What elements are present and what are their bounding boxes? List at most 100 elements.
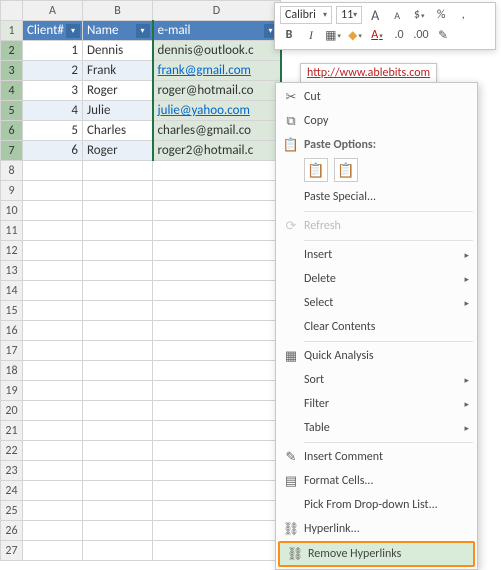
format-painter-icon[interactable]: ✎ (434, 26, 452, 44)
cell-name[interactable]: Dennis (83, 41, 153, 61)
cell-empty[interactable] (23, 181, 83, 201)
cell-name[interactable]: Frank (83, 61, 153, 81)
cell-empty[interactable] (83, 521, 153, 541)
cell-empty[interactable] (23, 521, 83, 541)
cell-empty[interactable] (153, 241, 281, 261)
fill-color-button[interactable]: ◆ (346, 26, 364, 44)
cell-email[interactable]: roger@hotmail.co (153, 81, 281, 101)
comma-button[interactable]: , (454, 6, 472, 24)
cell-name[interactable]: Julie (83, 101, 153, 121)
cell-empty[interactable] (83, 301, 153, 321)
cell-empty[interactable] (23, 361, 83, 381)
cell-empty[interactable] (23, 461, 83, 481)
cell-empty[interactable] (153, 541, 281, 561)
cell-empty[interactable] (23, 281, 83, 301)
cell-empty[interactable] (153, 261, 281, 281)
cell-empty[interactable] (153, 221, 281, 241)
increase-decimal-button[interactable]: .00 (412, 26, 430, 44)
row-header[interactable]: 12 (1, 241, 23, 261)
cell-empty[interactable] (83, 481, 153, 501)
row-header[interactable]: 24 (1, 481, 23, 501)
row-header[interactable]: 4 (1, 81, 23, 101)
filter-dropdown-icon[interactable] (136, 24, 150, 38)
cell-empty[interactable] (83, 361, 153, 381)
row-header[interactable]: 6 (1, 121, 23, 141)
col-header-d[interactable]: D (153, 1, 281, 21)
cell-name[interactable]: Charles (83, 121, 153, 141)
row-header[interactable]: 16 (1, 321, 23, 341)
cell-client[interactable]: 6 (23, 141, 83, 161)
cell-empty[interactable] (153, 401, 281, 421)
cell-empty[interactable] (83, 381, 153, 401)
menu-select[interactable]: Select (276, 291, 477, 315)
cell-empty[interactable] (83, 421, 153, 441)
cell-empty[interactable] (153, 281, 281, 301)
cell-name[interactable]: Roger (83, 81, 153, 101)
row-header[interactable]: 7 (1, 141, 23, 161)
cell-empty[interactable] (153, 441, 281, 461)
cell-empty[interactable] (153, 181, 281, 201)
menu-remove-hyperlinks[interactable]: ⛓Remove Hyperlinks (278, 541, 475, 567)
table-header-name[interactable]: Name (83, 21, 153, 41)
cell-empty[interactable] (83, 501, 153, 521)
cell-empty[interactable] (83, 401, 153, 421)
cell-empty[interactable] (23, 221, 83, 241)
menu-clear-contents[interactable]: Clear Contents (276, 315, 477, 339)
row-header[interactable]: 11 (1, 221, 23, 241)
menu-delete[interactable]: Delete (276, 267, 477, 291)
cell-empty[interactable] (23, 421, 83, 441)
paste-values-button[interactable]: 📋 (334, 158, 358, 182)
cell-email[interactable]: roger2@hotmail.c (153, 141, 281, 161)
cell-empty[interactable] (23, 161, 83, 181)
decrease-decimal-button[interactable]: .0 (390, 26, 408, 44)
menu-sort[interactable]: Sort (276, 368, 477, 392)
cell-empty[interactable] (83, 201, 153, 221)
border-button[interactable]: ▦ (324, 26, 342, 44)
select-all-corner[interactable] (1, 1, 23, 21)
row-header[interactable]: 13 (1, 261, 23, 281)
cell-empty[interactable] (153, 341, 281, 361)
increase-font-icon[interactable]: A (366, 6, 384, 24)
cell-client[interactable]: 5 (23, 121, 83, 141)
cell-client[interactable]: 2 (23, 61, 83, 81)
cell-empty[interactable] (83, 541, 153, 561)
cell-empty[interactable] (83, 341, 153, 361)
font-color-button[interactable]: A (368, 26, 386, 44)
table-header-client[interactable]: Client# (23, 21, 83, 41)
cell-empty[interactable] (153, 321, 281, 341)
cell-empty[interactable] (83, 181, 153, 201)
decrease-font-icon[interactable]: A (388, 6, 406, 24)
row-header[interactable]: 9 (1, 181, 23, 201)
cell-client[interactable]: 3 (23, 81, 83, 101)
cell-email[interactable]: dennis@outlook.c (153, 41, 281, 61)
bold-button[interactable]: B (280, 26, 298, 44)
row-header[interactable]: 1 (1, 21, 23, 41)
cell-empty[interactable] (23, 301, 83, 321)
cell-empty[interactable] (83, 241, 153, 261)
row-header[interactable]: 10 (1, 201, 23, 221)
cell-empty[interactable] (23, 381, 83, 401)
row-header[interactable]: 22 (1, 441, 23, 461)
cell-empty[interactable] (153, 461, 281, 481)
font-selector[interactable]: Calibri▾ (280, 6, 332, 24)
table-header-email[interactable]: e-mail (153, 21, 281, 41)
menu-quick-analysis[interactable]: ▦Quick Analysis (276, 344, 477, 368)
cell-empty[interactable] (83, 441, 153, 461)
row-header[interactable]: 17 (1, 341, 23, 361)
menu-format-cells[interactable]: ▤Format Cells... (276, 469, 477, 493)
cell-empty[interactable] (83, 161, 153, 181)
row-header[interactable]: 2 (1, 41, 23, 61)
cell-empty[interactable] (23, 201, 83, 221)
spreadsheet-grid[interactable]: A B D 1 Client# Name e-mail2 1 Dennis de… (0, 0, 282, 561)
col-header-b[interactable]: B (83, 1, 153, 21)
cell-empty[interactable] (153, 501, 281, 521)
col-header-a[interactable]: A (23, 1, 83, 21)
menu-pick-from-list[interactable]: Pick From Drop-down List... (276, 493, 477, 517)
cell-email[interactable]: frank@gmail.com (153, 61, 281, 81)
cell-empty[interactable] (153, 301, 281, 321)
row-header[interactable]: 19 (1, 381, 23, 401)
filter-dropdown-icon[interactable] (66, 24, 80, 38)
cell-empty[interactable] (23, 321, 83, 341)
cell-empty[interactable] (153, 481, 281, 501)
percent-button[interactable]: % (432, 6, 450, 24)
